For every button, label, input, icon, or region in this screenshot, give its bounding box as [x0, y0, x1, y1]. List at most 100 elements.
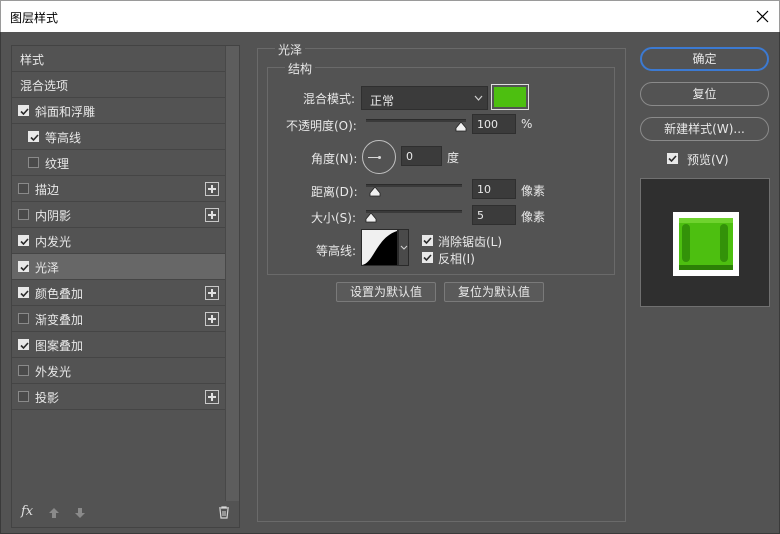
- angle-input[interactable]: 0: [401, 146, 442, 166]
- style-item[interactable]: 外发光: [12, 358, 225, 384]
- add-style-icon[interactable]: [205, 208, 219, 222]
- style-item-checkbox[interactable]: [18, 287, 29, 298]
- distance-input[interactable]: 10: [472, 179, 516, 199]
- check-icon: [423, 254, 432, 262]
- style-item-label: 样式: [20, 53, 45, 67]
- style-item-label: 内发光: [35, 235, 72, 249]
- style-item-checkbox[interactable]: [18, 391, 29, 402]
- chevron-down-icon: [474, 95, 483, 101]
- style-item-label: 描边: [35, 183, 60, 197]
- style-item[interactable]: 描边: [12, 176, 225, 202]
- styles-list: 样式混合选项斜面和浮雕等高线纹理描边内阴影内发光光泽颜色叠加渐变叠加图案叠加外发…: [12, 46, 225, 410]
- style-item[interactable]: 斜面和浮雕: [12, 98, 225, 124]
- style-item[interactable]: 投影: [12, 384, 225, 410]
- style-item-label: 光泽: [35, 261, 60, 275]
- add-style-icon[interactable]: [205, 182, 219, 196]
- preview-swatch: [679, 218, 733, 270]
- style-item-checkbox[interactable]: [18, 183, 29, 194]
- preview-checkbox[interactable]: [667, 153, 678, 164]
- size-slider[interactable]: [366, 210, 462, 213]
- style-item-label: 混合选项: [20, 79, 69, 93]
- blend-mode-label: 混合模式:: [303, 92, 356, 106]
- style-item-checkbox[interactable]: [18, 261, 29, 272]
- contour-dropdown-button[interactable]: [398, 229, 409, 266]
- style-item[interactable]: 颜色叠加: [12, 280, 225, 306]
- style-item-checkbox[interactable]: [28, 131, 39, 142]
- satin-color-swatch[interactable]: [491, 84, 529, 110]
- satin-title: 光泽: [275, 41, 306, 58]
- add-style-icon[interactable]: [205, 286, 219, 300]
- slider-thumb-icon: [365, 213, 377, 223]
- size-input[interactable]: 5: [472, 205, 516, 225]
- ok-button[interactable]: 确定: [640, 47, 769, 71]
- size-label: 大小(S):: [311, 211, 357, 225]
- styles-panel: 样式混合选项斜面和浮雕等高线纹理描边内阴影内发光光泽颜色叠加渐变叠加图案叠加外发…: [11, 45, 240, 528]
- opacity-slider[interactable]: [366, 119, 466, 122]
- close-button[interactable]: [745, 1, 779, 32]
- check-icon: [30, 134, 39, 142]
- style-item-label: 纹理: [45, 157, 70, 171]
- style-item-label: 等高线: [45, 131, 82, 145]
- contour-curve-icon: [362, 231, 397, 265]
- contour-label: 等高线:: [316, 244, 357, 258]
- trash-icon[interactable]: [218, 506, 230, 519]
- antialias-label: 消除锯齿(L): [438, 235, 503, 249]
- close-icon: [756, 10, 769, 23]
- reset-button[interactable]: 复位: [640, 82, 769, 106]
- size-unit: 像素: [521, 210, 546, 224]
- add-style-icon[interactable]: [205, 312, 219, 326]
- style-item-label: 斜面和浮雕: [35, 105, 96, 119]
- styles-scrollbar[interactable]: [225, 46, 239, 501]
- move-up-icon[interactable]: [48, 507, 60, 519]
- invert-checkbox[interactable]: [422, 252, 433, 263]
- move-down-icon[interactable]: [74, 507, 86, 519]
- structure-title: 结构: [285, 60, 316, 77]
- title-bar: 图层样式: [0, 0, 780, 32]
- blend-mode-select[interactable]: 正常: [361, 86, 488, 110]
- reset-default-button[interactable]: 复位为默认值: [444, 282, 544, 302]
- style-item-checkbox[interactable]: [18, 235, 29, 246]
- check-icon: [20, 238, 29, 246]
- style-item-label: 外发光: [35, 365, 72, 379]
- style-item-checkbox[interactable]: [18, 209, 29, 220]
- style-item[interactable]: 光泽: [12, 254, 225, 280]
- style-item[interactable]: 图案叠加: [12, 332, 225, 358]
- style-item-label: 渐变叠加: [35, 313, 84, 327]
- style-item-checkbox[interactable]: [18, 365, 29, 376]
- slider-thumb-icon: [369, 187, 381, 197]
- invert-label: 反相(I): [438, 252, 475, 266]
- style-item[interactable]: 纹理: [12, 150, 225, 176]
- style-item-checkbox[interactable]: [18, 339, 29, 350]
- style-item[interactable]: 渐变叠加: [12, 306, 225, 332]
- style-item[interactable]: 等高线: [12, 124, 225, 150]
- new-style-button[interactable]: 新建样式(W)...: [640, 117, 769, 141]
- style-item[interactable]: 内发光: [12, 228, 225, 254]
- add-style-icon[interactable]: [205, 390, 219, 404]
- style-item-checkbox[interactable]: [18, 313, 29, 324]
- style-item[interactable]: 混合选项: [12, 72, 225, 98]
- angle-label: 角度(N):: [311, 152, 358, 166]
- color-fill: [494, 87, 526, 107]
- style-preview: [640, 178, 770, 307]
- fx-button[interactable]: fx: [21, 504, 33, 519]
- style-item[interactable]: 内阴影: [12, 202, 225, 228]
- style-item[interactable]: 样式: [12, 46, 225, 72]
- style-item-label: 投影: [35, 391, 60, 405]
- antialias-checkbox[interactable]: [422, 235, 433, 246]
- style-item-label: 颜色叠加: [35, 287, 84, 301]
- style-item-label: 内阴影: [35, 209, 72, 223]
- style-item-checkbox[interactable]: [18, 105, 29, 116]
- preview-label: 预览(V): [687, 153, 729, 167]
- make-default-button[interactable]: 设置为默认值: [336, 282, 436, 302]
- opacity-input[interactable]: 100: [472, 114, 516, 134]
- style-item-checkbox[interactable]: [28, 157, 39, 168]
- window-title: 图层样式: [10, 11, 59, 25]
- blend-mode-value: 正常: [370, 94, 395, 108]
- check-icon: [423, 237, 432, 245]
- opacity-label: 不透明度(O):: [286, 119, 357, 133]
- style-item-label: 图案叠加: [35, 339, 84, 353]
- angle-dial[interactable]: [362, 140, 396, 174]
- styles-toolbar: fx: [12, 501, 239, 527]
- contour-picker[interactable]: [361, 229, 398, 266]
- slider-thumb-icon: [455, 122, 467, 132]
